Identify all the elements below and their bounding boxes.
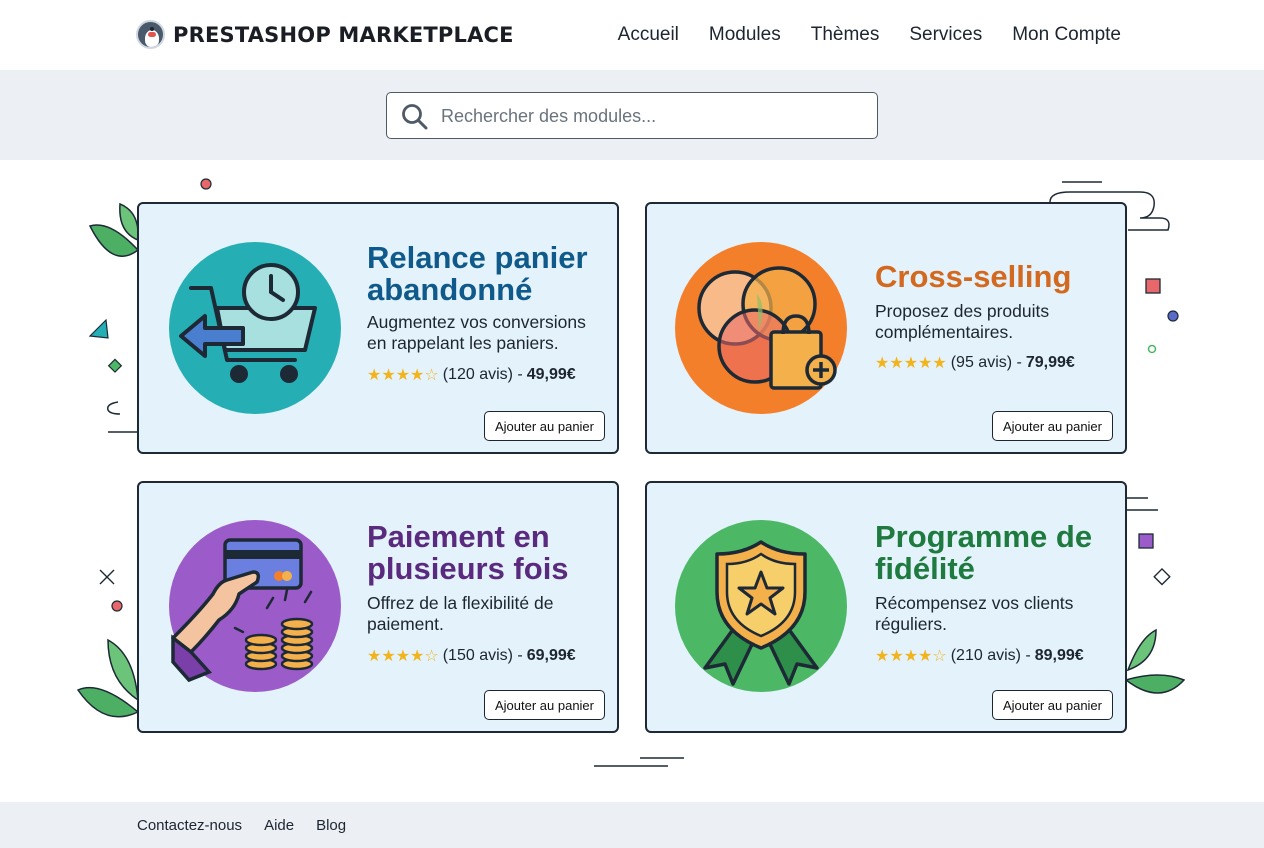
nav-modules[interactable]: Modules (709, 24, 781, 46)
card-description: Offrez de la flexibilité de paiement. (367, 593, 607, 635)
card-title: Relance panier abandonné (367, 242, 588, 306)
card-payment-coins-icon (169, 520, 341, 692)
card-price: 89,99€ (1034, 647, 1084, 664)
add-to-cart-button[interactable]: Ajouter au panier (991, 411, 1113, 441)
card-title-line: Paiement en (367, 519, 550, 554)
card-title-line: abandonné (367, 272, 533, 307)
venn-shopping-bag-icon (675, 242, 847, 414)
add-to-cart-button[interactable]: Ajouter au panier (483, 690, 605, 720)
nav-accueil[interactable]: Accueil (618, 24, 679, 46)
card-title-line: Cross-selling (875, 259, 1072, 294)
card-description: Proposez des produits complémentaires. (875, 301, 1115, 343)
card-desc-line: Augmentez vos conversions (367, 312, 586, 332)
card-title-line: Relance panier (367, 240, 588, 275)
site-logo[interactable]: PRESTASHOP MARKETPLACE (136, 20, 514, 49)
product-card-relance-panier[interactable]: Relance panier abandonné Augmentez vos c… (137, 202, 619, 454)
add-to-cart-button[interactable]: Ajouter au panier (991, 690, 1113, 720)
search-icon (402, 104, 428, 130)
card-desc-line: réguliers. (875, 614, 947, 634)
card-rating: ★★★★☆ (150 avis) - 69,99€ (367, 646, 576, 666)
site-header: PRESTASHOP MARKETPLACE Accueil Modules T… (0, 0, 1264, 70)
footer-link-aide[interactable]: Aide (264, 817, 294, 834)
card-description: Augmentez vos conversions en rappelant l… (367, 312, 607, 354)
card-desc-line: en rappelant les paniers. (367, 333, 559, 353)
shield-star-badge-icon (675, 520, 847, 692)
card-title-line: plusieurs fois (367, 551, 569, 586)
main-nav: Accueil Modules Thèmes Services Mon Comp… (618, 24, 1121, 46)
card-desc-line: Offrez de la flexibilité de (367, 593, 554, 613)
search-box[interactable] (386, 92, 878, 139)
footer-links: Contactez-nous Aide Blog (137, 817, 346, 834)
card-desc-line: paiement. (367, 614, 444, 634)
product-card-programme-fidelite[interactable]: Programme de fidélité Récompensez vos cl… (645, 481, 1127, 733)
card-title: Cross-selling (875, 261, 1071, 293)
review-count: (150 avis) - (442, 647, 523, 664)
search-input[interactable] (441, 103, 861, 129)
card-title: Programme de fidélité (875, 521, 1092, 585)
card-price: 79,99€ (1025, 354, 1075, 371)
card-rating: ★★★★★ (95 avis) - 79,99€ (875, 353, 1075, 373)
product-card-paiement-plusieurs-fois[interactable]: Paiement en plusieurs fois Offrez de la … (137, 481, 619, 733)
nav-themes[interactable]: Thèmes (811, 24, 880, 46)
logo-text: PRESTASHOP MARKETPLACE (173, 22, 514, 47)
star-rating-icon: ★★★★☆ (367, 367, 439, 384)
card-price: 69,99€ (526, 647, 576, 664)
card-price: 49,99€ (526, 366, 576, 383)
card-desc-line: Proposez des produits (875, 301, 1050, 321)
card-rating: ★★★★☆ (120 avis) - 49,99€ (367, 365, 576, 385)
footer-link-contact[interactable]: Contactez-nous (137, 817, 242, 834)
star-rating-icon: ★★★★☆ (875, 648, 947, 665)
star-rating-icon: ★★★★☆ (367, 648, 439, 665)
star-rating-icon: ★★★★★ (875, 355, 947, 372)
card-desc-line: complémentaires. (875, 322, 1014, 342)
cart-clock-illustration-icon (169, 242, 341, 414)
product-card-cross-selling[interactable]: Cross-selling Proposez des produits comp… (645, 202, 1127, 454)
review-count: (95 avis) - (950, 354, 1022, 371)
card-title: Paiement en plusieurs fois (367, 521, 569, 585)
site-footer: Contactez-nous Aide Blog (0, 802, 1264, 848)
card-title-line: fidélité (875, 551, 975, 586)
card-title-line: Programme de (875, 519, 1093, 554)
footer-link-blog[interactable]: Blog (316, 817, 346, 834)
card-rating: ★★★★☆ (210 avis) - 89,99€ (875, 646, 1084, 666)
search-band (0, 70, 1264, 160)
puffin-logo-icon (136, 20, 165, 49)
nav-mon-compte[interactable]: Mon Compte (1012, 24, 1121, 46)
card-description: Récompensez vos clients réguliers. (875, 593, 1115, 635)
card-desc-line: Récompensez vos clients (875, 593, 1074, 613)
review-count: (210 avis) - (950, 647, 1031, 664)
add-to-cart-button[interactable]: Ajouter au panier (483, 411, 605, 441)
nav-services[interactable]: Services (909, 24, 982, 46)
review-count: (120 avis) - (442, 366, 523, 383)
